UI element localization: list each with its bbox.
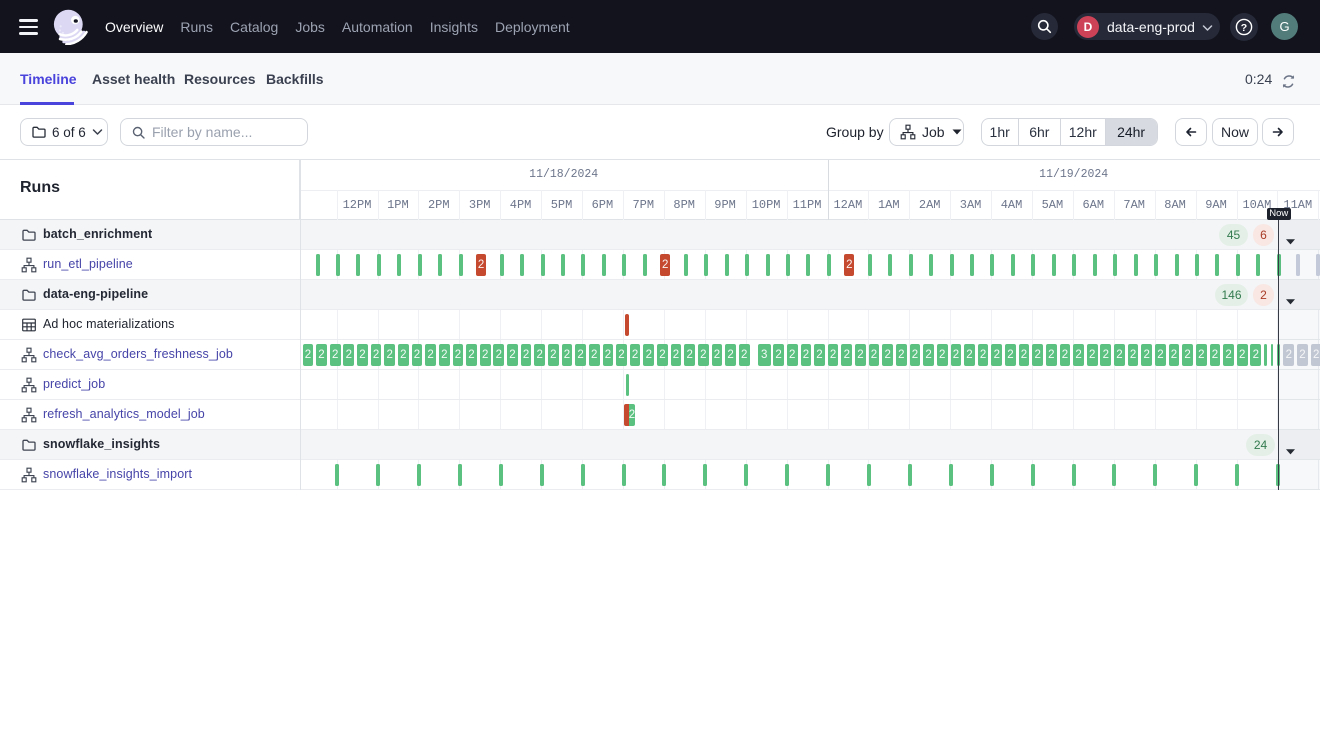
- svg-text:?: ?: [1241, 22, 1247, 34]
